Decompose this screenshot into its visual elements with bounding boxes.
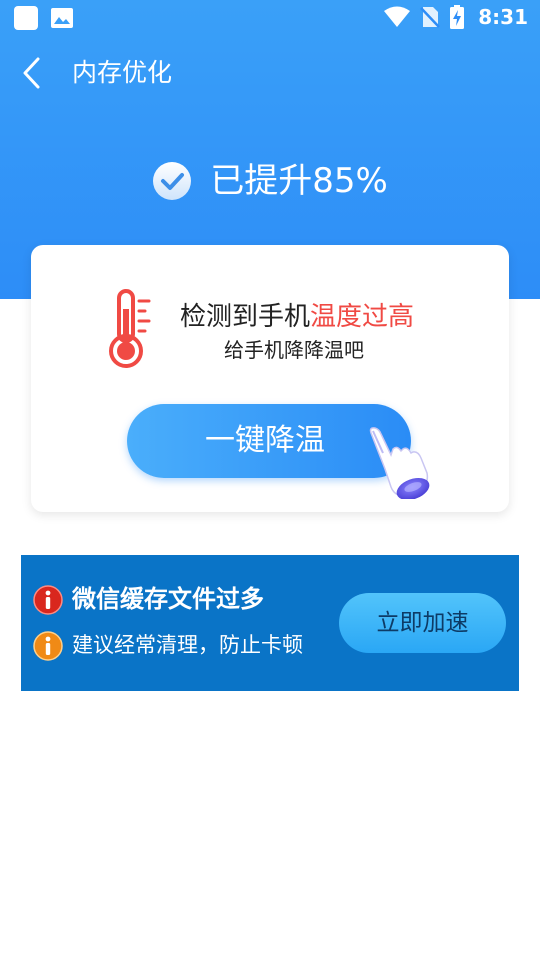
temperature-card: 检测到手机温度过高 给手机降降温吧 一键降温 (31, 245, 509, 512)
cache-cleanup-banner: 微信缓存文件过多 建议经常清理，防止卡顿 立即加速 (21, 555, 519, 691)
speed-up-button[interactable]: 立即加速 (339, 593, 506, 653)
notification-square-icon (14, 6, 38, 30)
cache-warning-title: 微信缓存文件过多 (72, 585, 264, 613)
clock: 8:31 (478, 5, 528, 29)
boost-result-text: 已提升85% (210, 161, 388, 201)
wifi-icon (384, 6, 411, 27)
pointing-hand-icon (369, 427, 430, 499)
check-circle-icon (153, 162, 192, 200)
no-sim-icon (420, 7, 441, 28)
chevron-left-icon[interactable] (16, 56, 50, 90)
image-icon (51, 8, 73, 28)
temperature-warning: 检测到手机温度过高 (180, 301, 414, 333)
red-info-icon (33, 585, 63, 615)
cache-warning-hint: 建议经常清理，防止卡顿 (72, 633, 303, 657)
cool-down-hint: 给手机降降温吧 (224, 338, 364, 362)
temperature-warning-prefix: 检测到手机 (180, 302, 311, 332)
thermometer-icon (109, 289, 151, 368)
status-bar: 8:31 (0, 0, 540, 36)
temperature-warning-highlight: 温度过高 (310, 302, 415, 332)
battery-charging-icon (450, 5, 465, 29)
page-title: 内存优化 (72, 58, 173, 87)
one-key-cool-label: 一键降温 (205, 423, 325, 458)
boost-result: 已提升85% (0, 158, 540, 204)
orange-info-icon (33, 631, 63, 661)
